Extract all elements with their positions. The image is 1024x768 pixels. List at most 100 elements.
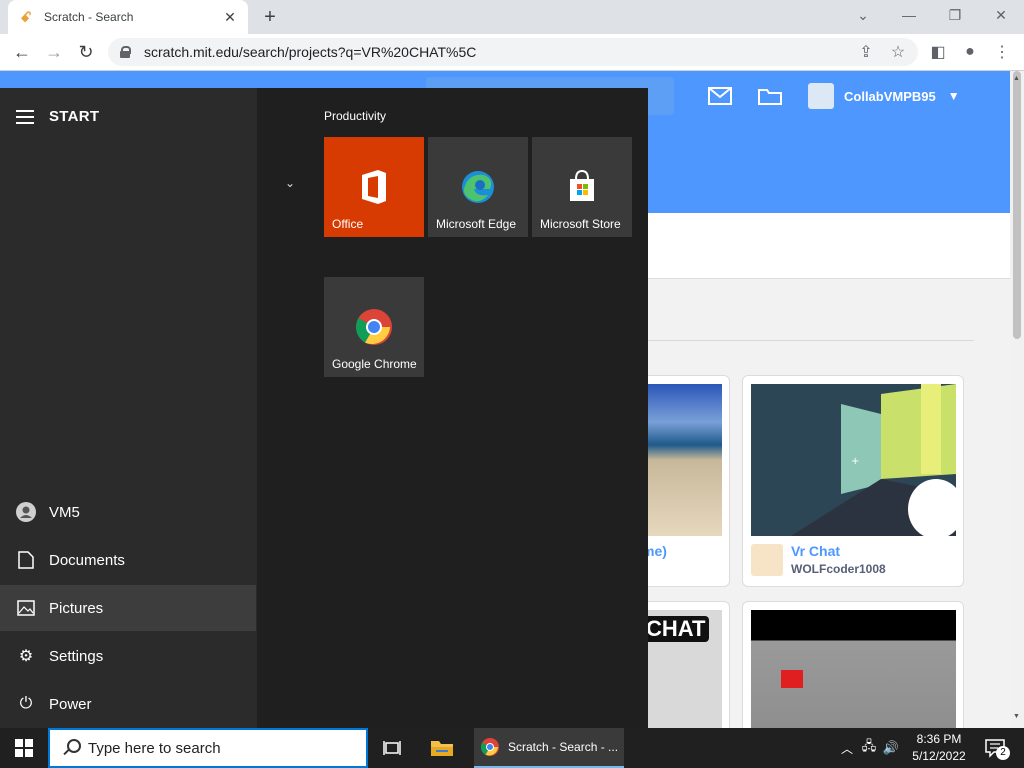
author-avatar[interactable] bbox=[751, 544, 783, 576]
collapse-group-chevron-icon[interactable]: ⌄ bbox=[285, 176, 295, 190]
chrome-icon bbox=[355, 309, 392, 345]
profile-icon[interactable]: ● bbox=[958, 40, 982, 64]
network-icon[interactable]: 🖧 bbox=[858, 737, 880, 759]
search-icon bbox=[62, 739, 81, 757]
power-icon: ⏻ bbox=[19, 695, 33, 712]
windows-logo-icon bbox=[15, 739, 33, 757]
chevron-down-icon: ▼ bbox=[947, 89, 960, 103]
tile-label: Microsoft Edge bbox=[436, 217, 517, 231]
document-icon bbox=[16, 550, 36, 570]
start-menu-left-rail: START VM5 Documents Pictures ⚙ Settings … bbox=[0, 88, 257, 728]
vr-scene-image: + bbox=[751, 384, 963, 539]
task-view-button[interactable] bbox=[376, 728, 408, 768]
menu-kebab-icon[interactable]: ⋮ bbox=[990, 40, 1014, 64]
tile-label: Microsoft Store bbox=[540, 217, 621, 231]
start-item-label: Settings bbox=[49, 647, 104, 665]
account-menu[interactable]: CollabVMPB95 ▼ bbox=[808, 83, 960, 109]
messages-icon[interactable] bbox=[708, 87, 732, 105]
tile-label: Office bbox=[332, 217, 364, 231]
volume-icon[interactable]: 🔊 bbox=[880, 740, 902, 756]
tab-title: Scratch - Search bbox=[44, 10, 134, 24]
user-account-icon bbox=[16, 502, 36, 522]
system-tray: ︿ 🖧 🔊 bbox=[838, 728, 902, 768]
tile-google-chrome[interactable]: Google Chrome bbox=[324, 277, 424, 377]
tile-microsoft-edge[interactable]: Microsoft Edge bbox=[428, 137, 528, 237]
svg-text:+: + bbox=[851, 456, 859, 467]
address-bar[interactable]: scratch.mit.edu/search/projects?q=VR%20C… bbox=[108, 38, 918, 66]
taskbar-window-title: Scratch - Search - ... bbox=[508, 740, 619, 754]
start-item-label: Pictures bbox=[49, 599, 104, 617]
forward-button[interactable]: → bbox=[42, 40, 66, 64]
close-window-button[interactable]: ✕ bbox=[978, 0, 1024, 30]
scroll-down-arrow-icon[interactable]: ▼ bbox=[1013, 713, 1020, 720]
screen: ꗃ Scratch - Search ✕ + ⌄ — ❐ ✕ ← → ↻ scr… bbox=[0, 0, 1024, 768]
file-explorer-button[interactable] bbox=[424, 728, 460, 768]
windows-start-button[interactable] bbox=[0, 728, 48, 768]
thumbnail-text: CHAT bbox=[642, 616, 710, 642]
reload-button[interactable]: ↻ bbox=[74, 40, 98, 64]
browser-tab-strip: ꗃ Scratch - Search ✕ + ⌄ — ❐ ✕ bbox=[0, 0, 1024, 34]
show-hidden-icons-chevron-up-icon[interactable]: ︿ bbox=[838, 740, 856, 757]
lock-icon bbox=[120, 46, 131, 58]
chrome-icon bbox=[480, 738, 499, 756]
start-item-documents[interactable]: Documents bbox=[0, 537, 256, 583]
close-tab-icon[interactable]: ✕ bbox=[222, 9, 238, 26]
scroll-up-arrow-icon[interactable]: ▲ bbox=[1013, 75, 1020, 82]
bookmark-star-icon[interactable]: ☆ bbox=[886, 40, 910, 64]
username: CollabVMPB95 bbox=[844, 88, 936, 104]
start-title: START bbox=[49, 108, 100, 125]
project-thumbnail[interactable]: + bbox=[751, 384, 963, 539]
start-item-label: Documents bbox=[49, 551, 125, 569]
edge-icon bbox=[462, 171, 494, 203]
address-url[interactable]: scratch.mit.edu/search/projects?q=VR%20C… bbox=[144, 44, 476, 60]
back-button[interactable]: ← bbox=[10, 40, 34, 64]
project-card[interactable] bbox=[742, 601, 964, 728]
taskbar: Type here to search Scratch - Search - .… bbox=[0, 728, 1024, 768]
scratch-favicon-icon: ꗃ bbox=[20, 8, 32, 25]
search-placeholder[interactable]: Type here to search bbox=[88, 740, 221, 757]
notification-count-badge: 2 bbox=[996, 746, 1010, 760]
project-title[interactable]: Vr Chat bbox=[791, 543, 840, 559]
tab-search-chevron-icon[interactable]: ⌄ bbox=[840, 0, 886, 30]
new-tab-button[interactable]: + bbox=[258, 5, 282, 29]
tile-microsoft-store[interactable]: Microsoft Store bbox=[532, 137, 632, 237]
store-bag-icon bbox=[570, 169, 594, 201]
start-item-label: Power bbox=[49, 695, 92, 713]
share-icon[interactable]: ⇪ bbox=[854, 40, 878, 64]
pictures-icon bbox=[16, 598, 36, 618]
red-block bbox=[781, 670, 803, 688]
hamburger-menu-icon[interactable] bbox=[16, 109, 34, 124]
user-name: VM5 bbox=[49, 503, 80, 521]
taskbar-clock[interactable]: 8:36 PM 5/12/2022 bbox=[904, 731, 974, 765]
project-thumbnail[interactable] bbox=[751, 610, 956, 728]
start-item-power[interactable]: ⏻ Power bbox=[0, 681, 256, 727]
scrollbar-thumb[interactable] bbox=[1013, 71, 1021, 339]
page-scrollbar[interactable]: ▲ ▼ bbox=[1010, 71, 1024, 728]
avatar bbox=[808, 83, 834, 109]
minimize-button[interactable]: — bbox=[886, 0, 932, 30]
project-card[interactable]: + Vr Chat WOLFcoder1008 bbox=[742, 375, 964, 587]
file-explorer-folder-icon bbox=[431, 741, 453, 756]
side-panel-icon[interactable]: ◧ bbox=[926, 40, 950, 64]
gear-icon: ⚙ bbox=[18, 648, 34, 665]
tile-group-label[interactable]: Productivity bbox=[324, 109, 386, 123]
start-user-account[interactable]: VM5 bbox=[0, 489, 256, 535]
taskbar-search-box[interactable]: Type here to search bbox=[48, 728, 368, 768]
action-center-button[interactable]: 2 bbox=[980, 728, 1010, 768]
my-stuff-folder-icon[interactable] bbox=[758, 87, 782, 105]
browser-tab-scratch[interactable]: ꗃ Scratch - Search ✕ bbox=[8, 0, 248, 34]
restore-button[interactable]: ❐ bbox=[932, 0, 978, 30]
clock-time: 8:36 PM bbox=[916, 732, 962, 746]
start-header[interactable]: START bbox=[16, 108, 99, 125]
tile-office[interactable]: Office bbox=[324, 137, 424, 237]
start-item-pictures[interactable]: Pictures bbox=[0, 585, 256, 631]
start-menu: START VM5 Documents Pictures ⚙ Settings … bbox=[0, 88, 648, 728]
start-item-settings[interactable]: ⚙ Settings bbox=[0, 633, 256, 679]
clock-date: 5/12/2022 bbox=[912, 749, 966, 763]
project-author[interactable]: WOLFcoder1008 bbox=[791, 562, 886, 576]
office-icon bbox=[362, 170, 386, 204]
tile-label: Google Chrome bbox=[332, 357, 417, 371]
taskbar-chrome-window[interactable]: Scratch - Search - ... bbox=[474, 728, 624, 768]
divider bbox=[640, 340, 974, 341]
task-view-icon bbox=[383, 741, 401, 755]
